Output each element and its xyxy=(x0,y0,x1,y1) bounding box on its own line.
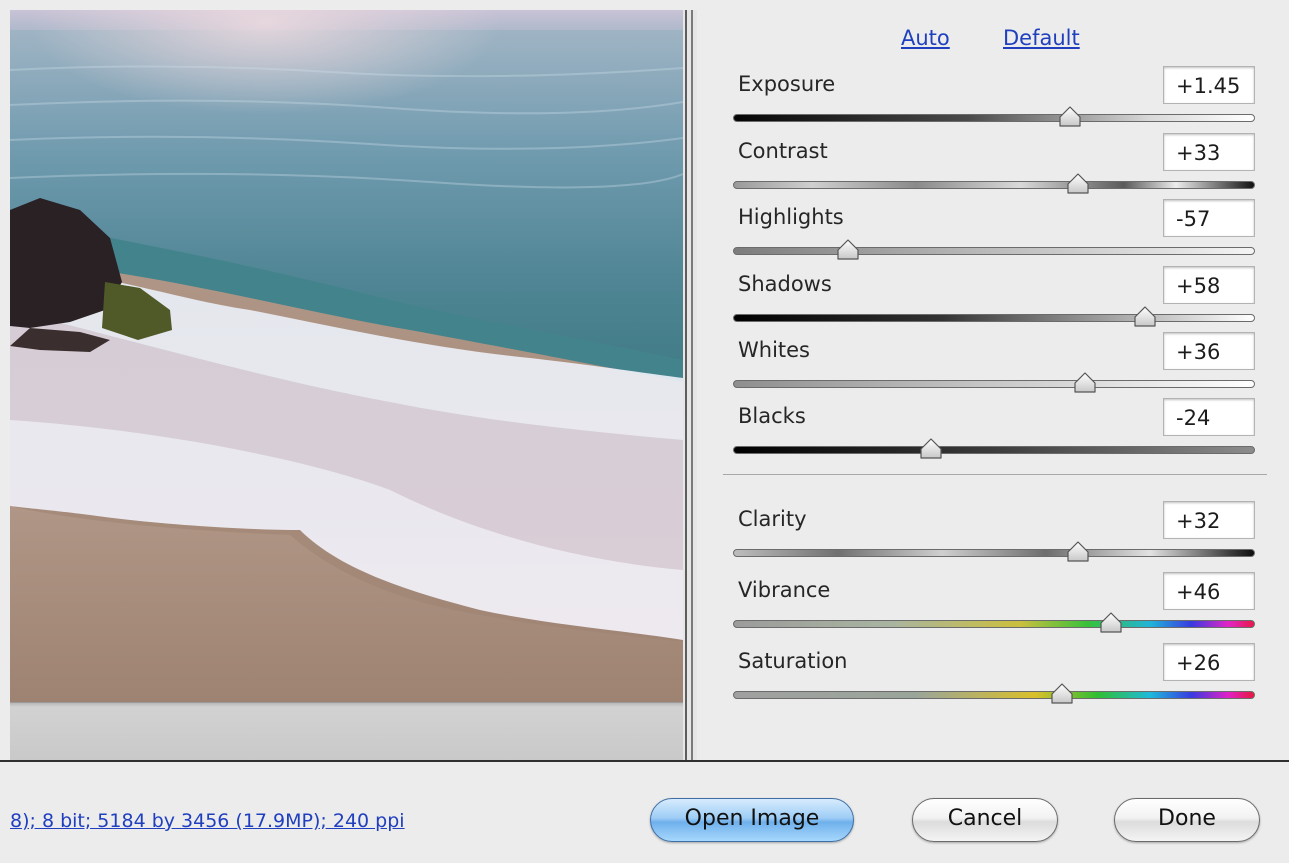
bottom-bar: 8); 8 bit; 5184 by 3456 (17.9MP); 240 pp… xyxy=(0,760,1289,863)
slider-label: Whites xyxy=(738,338,811,362)
contrast-value-field[interactable]: +33 xyxy=(1163,133,1255,171)
clarity-thumb[interactable] xyxy=(1066,541,1090,563)
blacks-value-field[interactable]: -24 xyxy=(1163,398,1255,436)
whites-value-field[interactable]: +36 xyxy=(1163,332,1255,370)
slider-highlights: Highlights -57 xyxy=(733,199,1255,271)
saturation-value-field[interactable]: +26 xyxy=(1163,643,1255,681)
exposure-value-field[interactable]: +1.45 xyxy=(1163,66,1255,104)
slider-label: Saturation xyxy=(738,649,848,673)
slider-shadows: Shadows +58 xyxy=(733,266,1255,338)
beach-photo xyxy=(10,10,683,702)
vibrance-track[interactable] xyxy=(733,620,1255,628)
image-info-link[interactable]: 8); 8 bit; 5184 by 3456 (17.9MP); 240 pp… xyxy=(10,810,405,832)
slider-label: Clarity xyxy=(738,507,807,531)
done-button[interactable]: Done xyxy=(1114,798,1260,842)
saturation-track[interactable] xyxy=(733,691,1255,699)
vibrance-value-field[interactable]: +46 xyxy=(1163,572,1255,610)
slider-label: Exposure xyxy=(738,72,836,96)
cancel-button[interactable]: Cancel xyxy=(912,798,1058,842)
preview-footer-bar xyxy=(10,702,683,760)
clarity-value-field[interactable]: +32 xyxy=(1163,501,1255,539)
slider-label: Blacks xyxy=(738,404,806,428)
slider-vibrance: Vibrance +46 xyxy=(733,572,1255,644)
saturation-thumb[interactable] xyxy=(1050,683,1074,705)
open-image-button[interactable]: Open Image xyxy=(650,798,854,842)
blacks-thumb[interactable] xyxy=(919,438,943,460)
shadows-track[interactable] xyxy=(733,314,1255,322)
slider-saturation: Saturation +26 xyxy=(733,643,1255,715)
highlights-thumb[interactable] xyxy=(836,239,860,261)
section-divider xyxy=(723,474,1267,475)
highlights-track[interactable] xyxy=(733,247,1255,255)
slider-clarity: Clarity +32 xyxy=(733,501,1255,573)
highlights-value-field[interactable]: -57 xyxy=(1163,199,1255,237)
pane-divider[interactable] xyxy=(683,10,697,760)
slider-label: Shadows xyxy=(738,272,832,296)
image-preview[interactable] xyxy=(10,10,683,702)
clarity-track[interactable] xyxy=(733,549,1255,557)
whites-track[interactable] xyxy=(733,380,1255,388)
blacks-track[interactable] xyxy=(733,446,1255,454)
shadows-value-field[interactable]: +58 xyxy=(1163,266,1255,304)
slider-whites: Whites +36 xyxy=(733,332,1255,404)
contrast-track[interactable] xyxy=(733,181,1255,189)
exposure-track[interactable] xyxy=(733,114,1255,122)
adjustments-panel: Auto Default Exposure +1.45 Contrast +33… xyxy=(697,10,1289,760)
vibrance-thumb[interactable] xyxy=(1099,612,1123,634)
default-link[interactable]: Default xyxy=(1003,26,1080,50)
auto-link[interactable]: Auto xyxy=(901,26,950,50)
slider-blacks: Blacks -24 xyxy=(733,398,1255,470)
slider-contrast: Contrast +33 xyxy=(733,133,1255,205)
whites-thumb[interactable] xyxy=(1073,372,1097,394)
slider-label: Vibrance xyxy=(738,578,831,602)
shadows-thumb[interactable] xyxy=(1133,306,1157,328)
exposure-thumb[interactable] xyxy=(1058,106,1082,128)
slider-label: Contrast xyxy=(738,139,828,163)
contrast-thumb[interactable] xyxy=(1066,173,1090,195)
slider-exposure: Exposure +1.45 xyxy=(733,66,1255,138)
slider-label: Highlights xyxy=(738,205,844,229)
